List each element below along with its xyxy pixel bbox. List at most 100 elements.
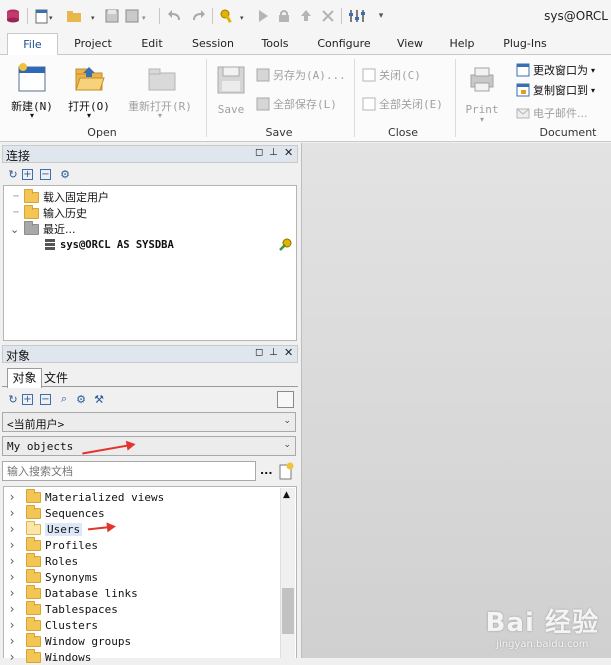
undo-icon[interactable] (166, 7, 184, 25)
search-options-button[interactable]: ... (260, 464, 273, 477)
expand-chevron-icon[interactable]: › (8, 602, 16, 616)
tab-plugins[interactable]: Plug-Ins (490, 35, 560, 55)
expand-chevron-icon[interactable]: › (8, 634, 16, 648)
close-icon[interactable]: ✕ (284, 146, 293, 159)
find-binoculars-icon[interactable]: ⌕ (57, 392, 71, 406)
expand-all-icon[interactable]: + (22, 169, 33, 180)
objects-tabs: 对象 文件 (2, 365, 298, 388)
cancel-icon[interactable] (320, 7, 336, 25)
expand-chevron-icon[interactable]: › (8, 650, 16, 664)
tab-edit[interactable]: Edit (126, 35, 178, 55)
expand-chevron-icon[interactable]: › (8, 554, 16, 568)
key-icon[interactable] (278, 238, 292, 252)
filter-checkbox[interactable] (277, 391, 294, 408)
tab-help[interactable]: Help (440, 35, 484, 55)
svg-text:▾: ▾ (240, 14, 244, 22)
tree-node-object[interactable]: › Synonyms (8, 568, 98, 585)
folder-icon (26, 568, 41, 583)
print-button[interactable]: Print ▾ (461, 61, 503, 124)
redo-icon[interactable] (189, 7, 207, 25)
expand-all-icon[interactable]: + (22, 394, 33, 405)
customize-toolbar-icon[interactable]: ▾ (374, 7, 388, 25)
restore-icon[interactable]: ◻ (255, 347, 263, 358)
new-document-icon[interactable]: ▾ (33, 7, 59, 25)
tab-project[interactable]: Project (64, 35, 122, 55)
connection-properties-icon[interactable]: ⚙ (58, 167, 72, 181)
save-all-button[interactable]: 全部保存(L) (256, 95, 337, 113)
change-window-button[interactable]: 更改窗口为 ▾ (516, 61, 595, 79)
restore-icon[interactable]: ◻ (255, 147, 263, 158)
properties-icon[interactable]: ⚙ (74, 392, 88, 406)
tree-node-object[interactable]: › Database links (8, 584, 138, 601)
expand-chevron-icon[interactable]: › (8, 570, 16, 584)
tree-node-input-history[interactable]: ┄ 输入历史 (12, 204, 87, 221)
tree-node-object[interactable]: › Tablespaces (8, 600, 118, 617)
close-all-button[interactable]: 全部关闭(E) (362, 95, 443, 113)
expand-chevron-icon[interactable]: › (8, 618, 16, 632)
refresh-icon[interactable]: ↻ (6, 167, 20, 181)
editor-workspace[interactable]: Bai 经验 jingyan.baidu.com (301, 143, 611, 658)
expand-chevron-icon[interactable]: › (8, 490, 16, 504)
run-icon[interactable] (255, 7, 271, 25)
wrench-icon[interactable]: ⚒ (92, 392, 106, 406)
quick-access-toolbar: ▾ ▾ ▾ ▾ ▾ sys@ORCL (0, 0, 611, 32)
new-search-icon[interactable] (278, 462, 294, 480)
tab-tools[interactable]: Tools (248, 35, 302, 55)
tab-session[interactable]: Session (183, 35, 243, 55)
search-input[interactable] (2, 461, 256, 481)
database-icon[interactable] (4, 7, 22, 25)
object-filter-select[interactable]: My objects ⌄ (2, 436, 296, 456)
save-as-button[interactable]: 另存为(A)... (256, 66, 346, 84)
user-select[interactable]: <当前用户> ⌄ (2, 412, 296, 432)
tree-node-object[interactable]: › Users (8, 520, 83, 537)
tree-node-object[interactable]: › Roles (8, 552, 78, 569)
expand-chevron-icon[interactable]: › (8, 586, 16, 600)
expand-chevron-icon[interactable]: › (8, 522, 16, 536)
tree-node-object[interactable]: › Window groups (8, 632, 131, 649)
expand-chevron-icon[interactable]: › (8, 506, 16, 520)
connections-panel-title: 连接 (6, 149, 31, 163)
tree-node-fixed-users[interactable]: ┄ 载入固定用户 (12, 188, 109, 205)
save-button[interactable]: Save (212, 61, 250, 121)
pin-icon[interactable]: ⊥ (269, 347, 278, 358)
key-icon[interactable]: ▾ (218, 7, 250, 25)
pin-icon[interactable]: ⊥ (269, 147, 278, 158)
close-button[interactable]: 关闭(C) (362, 66, 421, 84)
save-all-icon[interactable]: ▾ (124, 7, 152, 25)
open-folder-icon (75, 67, 105, 91)
tree-node-recent[interactable]: ⌄ 最近... (10, 220, 76, 237)
tab-view[interactable]: View (386, 35, 434, 55)
refresh-icon[interactable]: ↻ (6, 392, 20, 406)
open-folder-icon[interactable]: ▾ (64, 7, 100, 25)
expand-chevron-icon[interactable]: › (8, 538, 16, 552)
collapse-all-icon[interactable]: − (40, 394, 51, 405)
collapse-chevron-icon[interactable]: ⌄ (10, 223, 19, 236)
settings-icon[interactable] (347, 7, 367, 25)
vertical-scrollbar[interactable]: ▲ (280, 488, 295, 658)
tree-node-object[interactable]: › Sequences (8, 504, 105, 521)
collapse-all-icon[interactable]: − (40, 169, 51, 180)
tree-node-object[interactable]: › Materialized views (8, 488, 164, 505)
upload-icon[interactable] (298, 7, 314, 25)
scroll-up-icon[interactable]: ▲ (283, 490, 290, 500)
open-button[interactable]: 打开(O) ▾ (62, 61, 116, 121)
close-icon[interactable]: ✕ (284, 346, 293, 359)
reopen-button[interactable]: 重新打开(R) ▾ (124, 61, 196, 121)
tree-node-session[interactable]: sys@ORCL AS SYSDBA (44, 237, 174, 253)
tab-objects[interactable]: 对象 (7, 368, 42, 388)
new-button[interactable]: 新建(N) ▾ (5, 61, 59, 121)
save-icon[interactable] (104, 7, 120, 25)
email-button[interactable]: 电子邮件... (516, 104, 588, 122)
tree-node-object[interactable]: › Profiles (8, 536, 98, 553)
tab-file[interactable]: File (7, 33, 58, 56)
tree-node-object[interactable]: › Clusters (8, 616, 98, 633)
chevron-down-icon: ▾ (86, 111, 91, 120)
lock-icon[interactable] (276, 7, 292, 25)
toolbar-separator (341, 8, 342, 24)
tree-node-object[interactable]: › Windows (8, 648, 92, 665)
scrollbar-thumb[interactable] (282, 588, 294, 634)
object-type-label: Windows (45, 650, 92, 664)
tab-configure[interactable]: Configure (308, 35, 380, 55)
copy-window-button[interactable]: 复制窗口到 ▾ (516, 81, 595, 99)
tab-files[interactable]: 文件 (44, 369, 74, 387)
